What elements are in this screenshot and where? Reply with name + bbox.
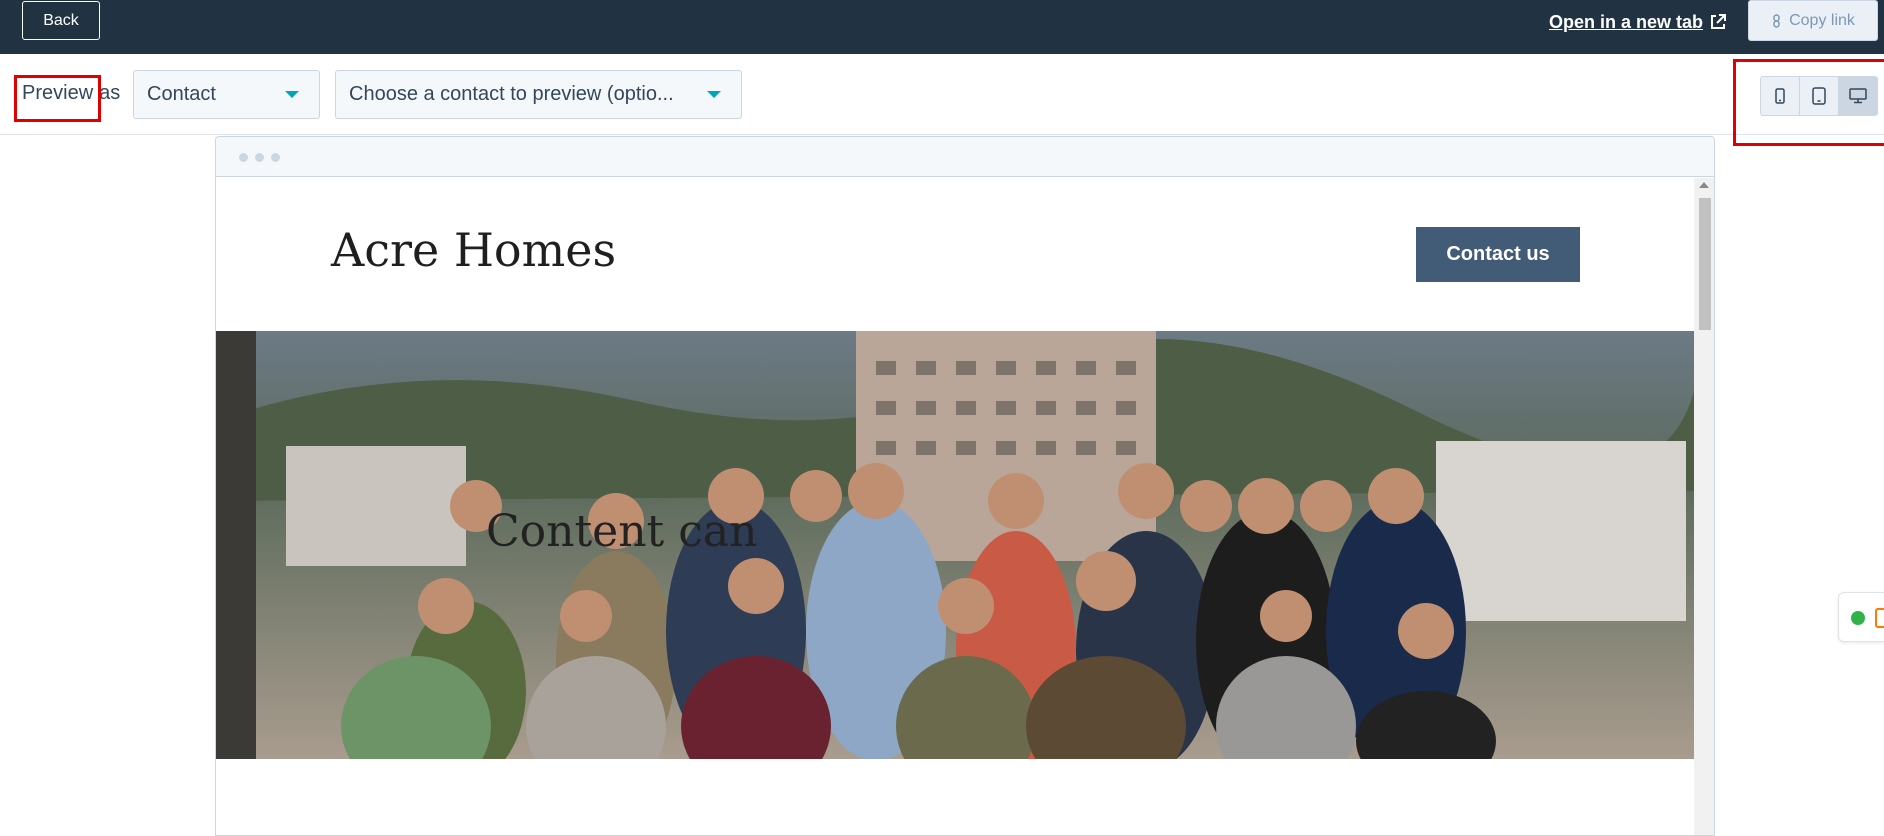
choose-contact-select[interactable]: Choose a contact to preview (optio... — [335, 70, 742, 119]
hero-heading: Content can — [486, 506, 758, 557]
team-photo — [216, 331, 1694, 759]
top-bar: Back Open in a new tab Copy link — [0, 0, 1884, 54]
chevron-down-icon — [285, 91, 299, 98]
widget-icon — [1875, 608, 1884, 628]
window-dot — [255, 153, 264, 162]
choose-contact-value: Choose a contact to preview (optio... — [349, 83, 674, 105]
open-in-new-tab-link[interactable]: Open in a new tab — [1549, 10, 1727, 34]
back-button[interactable]: Back — [22, 1, 100, 40]
contact-type-value: Contact — [147, 83, 216, 105]
site-title: Acre Homes — [331, 223, 617, 277]
window-dot — [239, 153, 248, 162]
contact-type-select[interactable]: Contact — [133, 70, 320, 119]
highlight-annotation-devices — [1733, 59, 1884, 146]
link-icon — [1773, 13, 1780, 28]
preview-frame: Acre Homes Contact us Content can — [215, 136, 1715, 836]
scroll-up-arrow-icon[interactable] — [1699, 182, 1709, 188]
copy-link-button[interactable]: Copy link — [1748, 0, 1878, 41]
preview-scrollbar[interactable] — [1694, 178, 1714, 835]
status-dot-icon — [1851, 611, 1865, 625]
side-status-widget[interactable] — [1838, 592, 1884, 642]
as-word: as — [99, 82, 121, 104]
external-link-icon — [1711, 14, 1726, 29]
chevron-down-icon — [707, 91, 721, 98]
highlight-annotation-preview — [14, 75, 101, 122]
copy-link-label: Copy link — [1789, 11, 1855, 29]
contact-us-button[interactable]: Contact us — [1416, 227, 1580, 282]
hero-image: Content can — [216, 331, 1694, 759]
scroll-thumb[interactable] — [1699, 198, 1711, 330]
frame-header — [216, 137, 1714, 177]
website-preview: Acre Homes Contact us Content can — [216, 178, 1694, 835]
open-in-new-tab-label: Open in a new tab — [1548, 11, 1703, 32]
window-dot — [271, 153, 280, 162]
